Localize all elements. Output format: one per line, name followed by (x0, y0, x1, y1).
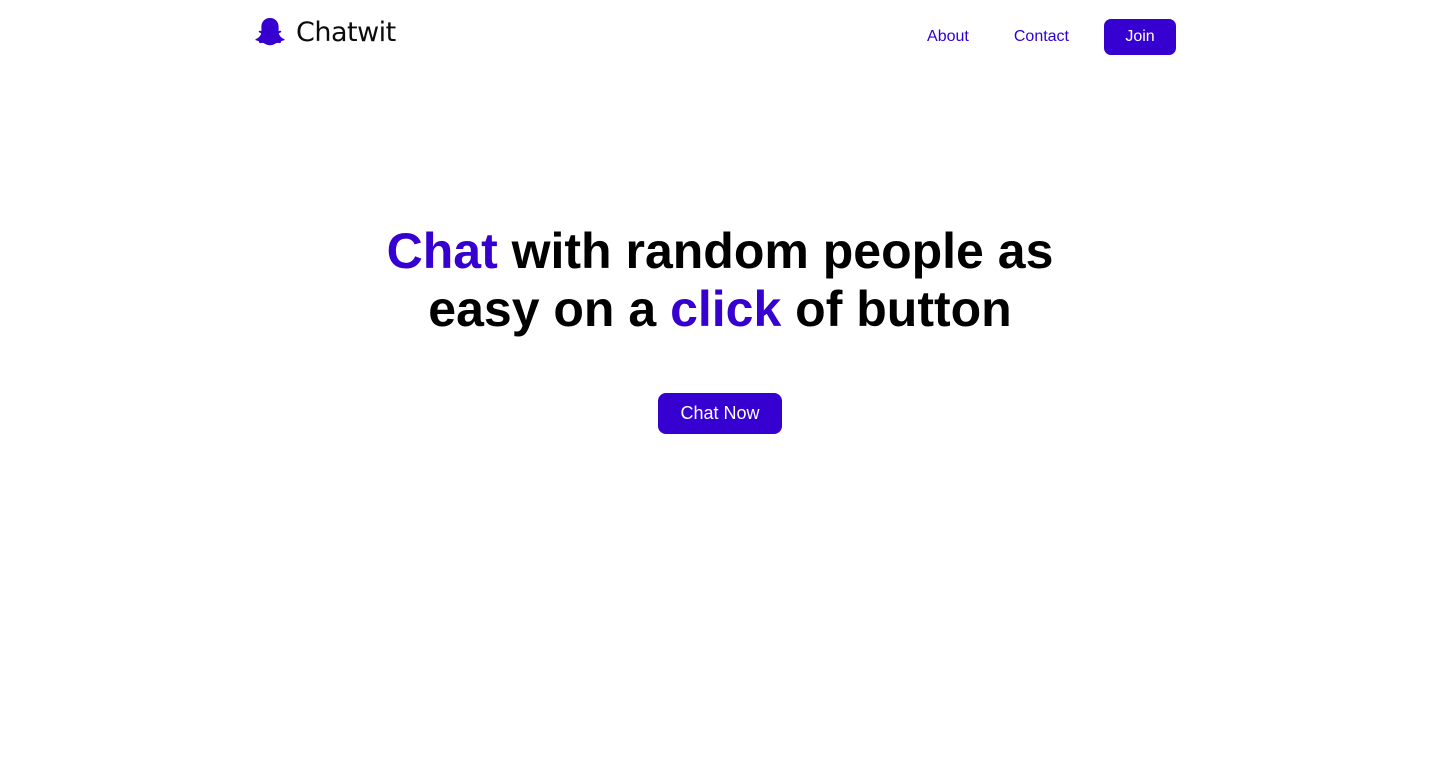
headline-accent-chat: Chat (386, 223, 498, 279)
chat-now-button[interactable]: Chat Now (658, 393, 782, 434)
brand-name: Chatwit (296, 17, 396, 48)
hero-headline: Chat with random people as easy on a clic… (340, 222, 1100, 338)
headline-line1-text: with random people as (497, 223, 1054, 279)
main-nav: About Contact Join (927, 19, 1176, 55)
nav-link-about[interactable]: About (927, 19, 969, 55)
ghost-icon (255, 18, 285, 46)
headline-accent-click: click (670, 281, 782, 337)
brand-logo-link[interactable]: Chatwit (253, 15, 396, 51)
site-header: Chatwit About Contact Join (0, 0, 1440, 74)
nav-link-contact[interactable]: Contact (1014, 19, 1069, 55)
headline-line2-end: of button (781, 281, 1012, 337)
join-button[interactable]: Join (1104, 19, 1176, 55)
hero-section: Chat with random people as easy on a clic… (0, 222, 1440, 434)
headline-line2-start: easy on a (428, 281, 671, 337)
